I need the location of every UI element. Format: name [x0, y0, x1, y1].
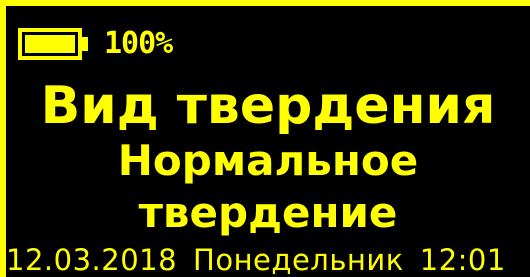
- parameter-value-line-1: Нормальное: [117, 136, 419, 185]
- parameter-title: Вид твердения: [40, 76, 496, 136]
- status-time: 12:01: [419, 243, 506, 277]
- parameter-value-line-2: твердение: [138, 188, 398, 237]
- status-weekday: Понедельник: [193, 243, 404, 277]
- battery-percent: 100%: [104, 26, 173, 61]
- device-screen: 100% Вид твердения Нормальное твердение …: [6, 6, 530, 277]
- battery-fill: [25, 35, 75, 53]
- battery-full-icon: [18, 28, 88, 60]
- status-date: 12.03.2018: [6, 243, 178, 277]
- status-bar: 12.03.2018 Понедельник 12:01: [6, 242, 530, 277]
